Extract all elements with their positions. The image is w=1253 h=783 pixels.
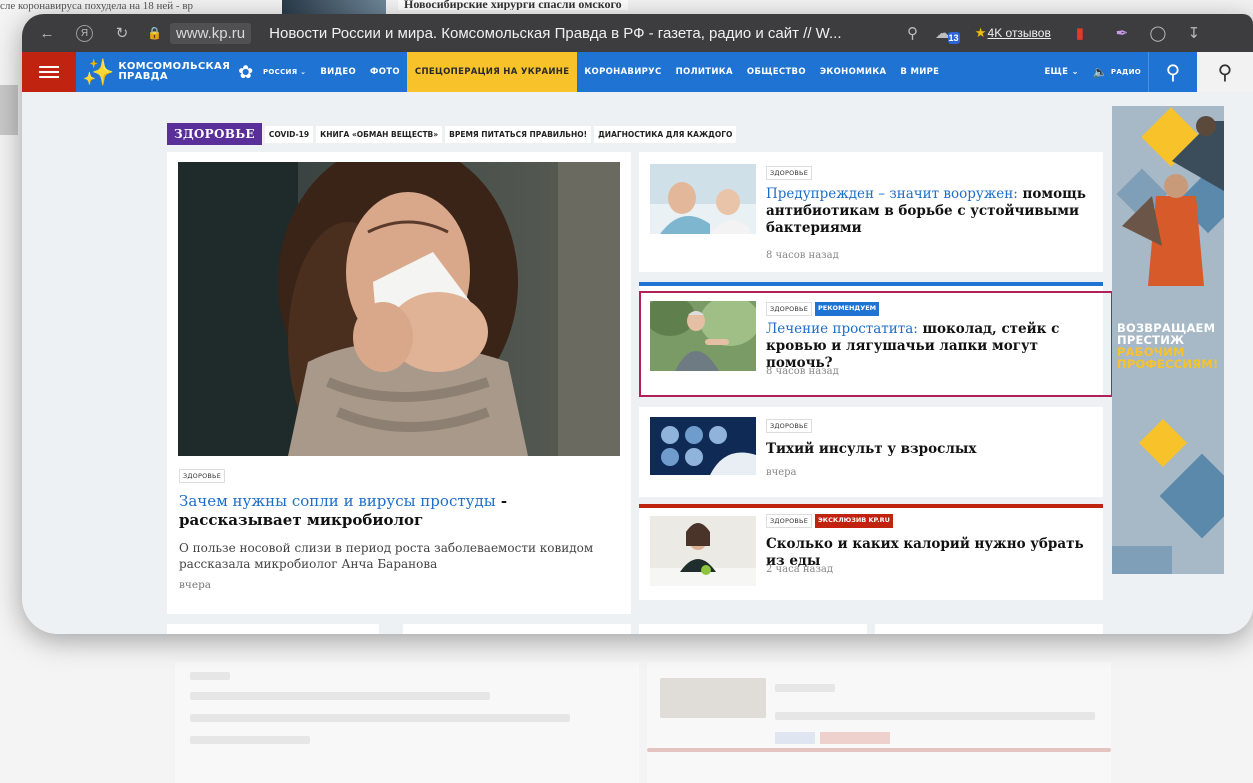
section-tag[interactable]: КНИГА «ОБМАН ВЕЩЕСТВ» [316, 125, 443, 143]
section-header: ЗДОРОВЬЕ COVID-19 КНИГА «ОБМАН ВЕЩЕСТВ» … [167, 123, 737, 145]
ad-slogan: ВОЗВРАЩАЕМ ПРЕСТИЖ РАБОЧИМ ПРОФЕССИЯМ! [1117, 321, 1219, 371]
bottom-card[interactable] [403, 624, 631, 634]
side-article-time: 2 часа назад [766, 564, 834, 575]
site-logo[interactable]: ✨ КОМСОМОЛЬСКАЯ ПРАВДА ✿ [76, 52, 256, 92]
reload-icon[interactable]: ↻ [111, 24, 133, 42]
key-icon[interactable]: ⚲ [902, 24, 924, 42]
ad-banner[interactable]: ВОЗВРАЩАЕМ ПРЕСТИЖ РАБОЧИМ ПРОФЕССИЯМ! [1112, 106, 1224, 574]
back-icon[interactable]: ← [36, 25, 58, 42]
lock-icon: 🔒 [147, 26, 162, 40]
article-tag[interactable]: ЗДОРОВЬЕ [766, 166, 813, 180]
background-headline: Новосибирские хирурги спасли омского [398, 0, 628, 10]
nav-item-coronavirus[interactable]: КОРОНАВИРУС [577, 52, 668, 92]
extension-badge: 13 [947, 32, 960, 44]
nav-item-economy[interactable]: ЭКОНОМИКА [813, 52, 894, 92]
article-tag[interactable]: ЗДОРОВЬЕ [179, 469, 226, 483]
side-article-thumbnail[interactable] [650, 301, 756, 371]
feather-icon[interactable]: ✒ [1111, 24, 1133, 42]
bottom-card[interactable] [875, 624, 1103, 634]
bottom-card[interactable] [167, 624, 379, 634]
window-reflection [30, 632, 1253, 783]
recommended-badge: РЕКОМЕНДУЕМ [815, 302, 880, 316]
section-tag[interactable]: COVID-19 [264, 125, 314, 143]
side-article-thumbnail[interactable] [650, 164, 756, 234]
protect-icon[interactable]: ◯ [1147, 24, 1169, 42]
page-title[interactable]: Новости России и мира. Комсомольская Пра… [269, 25, 841, 42]
nav-item-russia[interactable]: РОССИЯ ⌄ [256, 52, 313, 92]
user-icon[interactable]: ⚲ [1197, 52, 1253, 92]
section-tag[interactable]: ДИАГНОСТИКА ДЛЯ КАЖДОГО [594, 125, 737, 143]
side-article-thumbnail[interactable] [650, 516, 756, 586]
bookmark-icon[interactable]: ▮ [1069, 24, 1091, 42]
side-article-title[interactable]: Тихий инсульт у взрослых [766, 441, 1096, 458]
article-tag[interactable]: ЗДОРОВЬЕ [766, 302, 813, 316]
main-article-time: вчера [179, 579, 212, 591]
background-text: сле коронавируса похудела на 18 ней - вр [0, 0, 194, 12]
section-title[interactable]: ЗДОРОВЬЕ [167, 123, 262, 145]
yandex-icon[interactable]: Я [76, 24, 93, 42]
exclusive-badge: ЭКСКЛЮЗИВ KP.RU [815, 514, 893, 528]
side-article-time: вчера [766, 467, 797, 478]
nav-more-button[interactable]: ЕЩЕ ⌄ [1037, 52, 1085, 92]
article-tag[interactable]: ЗДОРОВЬЕ [766, 419, 813, 433]
nav-radio-button[interactable]: 🔈 РАДИО [1086, 52, 1148, 92]
side-article-time: 8 часов назад [766, 250, 839, 261]
search-icon[interactable]: ⚲ [1149, 52, 1197, 92]
browser-toolbar: ← Я ↻ 🔒 www.kp.ru Новости России и мира.… [22, 14, 1253, 52]
nav-item-special-operation[interactable]: СПЕЦОПЕРАЦИЯ НА УКРАИНЕ [406, 52, 578, 92]
section-tag[interactable]: ВРЕМЯ ПИТАТЬСЯ ПРАВИЛЬНО! [445, 125, 592, 143]
side-article-title[interactable]: Лечение простатита: шоколад, стейк с кро… [766, 321, 1096, 372]
side-article-thumbnail[interactable] [650, 417, 756, 475]
background-side [0, 85, 22, 585]
url-domain[interactable]: www.kp.ru [169, 22, 252, 44]
reviews-link[interactable]: 4K отзывов [988, 26, 1051, 40]
background-thumbnail [282, 0, 386, 14]
side-article-card[interactable]: ЗДОРОВЬЕ РЕКОМЕНДУЕМ Лечение простатита:… [639, 286, 1103, 396]
side-article-title[interactable]: Предупрежден – значит вооружен: помощь а… [766, 186, 1096, 237]
nav-item-society[interactable]: ОБЩЕСТВО [740, 52, 813, 92]
nav-item-politics[interactable]: ПОЛИТИКА [669, 52, 740, 92]
star-icon[interactable]: ★ [974, 25, 988, 41]
browser-window: ← Я ↻ 🔒 www.kp.ru Новости России и мира.… [22, 14, 1253, 634]
main-article-lead: О пользе носовой слизи в период роста за… [179, 541, 594, 571]
logo-mark-icon: ✨ [82, 56, 115, 87]
article-tag[interactable]: ЗДОРОВЬЕ [766, 514, 813, 528]
site-navbar: ✨ КОМСОМОЛЬСКАЯ ПРАВДА ✿ РОССИЯ ⌄ ВИДЕО … [22, 52, 1253, 92]
main-article-photo[interactable] [178, 162, 620, 456]
side-article-time: 8 часов назад [766, 366, 839, 377]
logo-text: КОМСОМОЛЬСКАЯ ПРАВДА [118, 61, 231, 82]
nav-item-world[interactable]: В МИРЕ [893, 52, 946, 92]
menu-button[interactable] [22, 52, 76, 92]
page-content: ЗДОРОВЬЕ COVID-19 КНИГА «ОБМАН ВЕЩЕСТВ» … [22, 92, 1253, 634]
side-article-card[interactable]: ЗДОРОВЬЕ Предупрежден – значит вооружен:… [639, 152, 1103, 272]
speaker-icon: 🔈 [1092, 65, 1109, 79]
main-article-card[interactable]: ЗДОРОВЬЕ Зачем нужны сопли и вирусы прос… [167, 152, 631, 614]
nav-item-video[interactable]: ВИДЕО [313, 52, 363, 92]
nav-item-photo[interactable]: ФОТО [363, 52, 407, 92]
side-article-card[interactable]: ЗДОРОВЬЕ Тихий инсульт у взрослых вчера [639, 407, 1103, 497]
side-article-card[interactable]: ЗДОРОВЬЕ ЭКСКЛЮЗИВ KP.RU Сколько и каких… [639, 508, 1103, 600]
main-article-title[interactable]: Зачем нужны сопли и вирусы простуды - ра… [179, 492, 599, 530]
bottom-card[interactable] [639, 624, 867, 634]
logo-bird-icon: ✿ [238, 61, 254, 82]
download-icon[interactable]: ↧ [1183, 24, 1205, 42]
